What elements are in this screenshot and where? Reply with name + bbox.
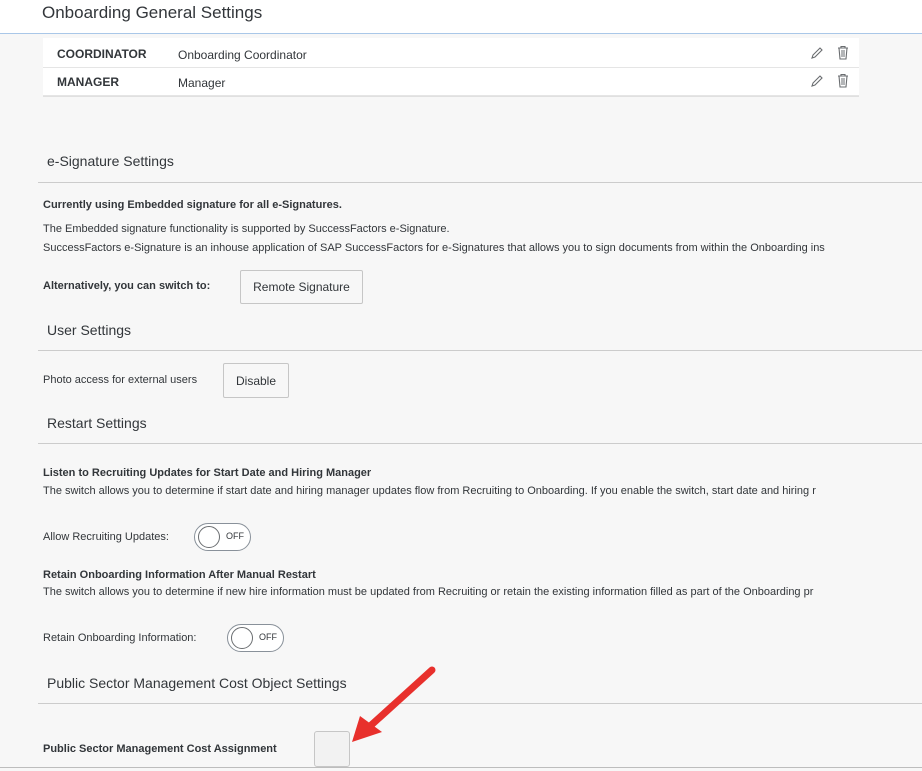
role-code: MANAGER — [57, 75, 119, 89]
remote-signature-button[interactable]: Remote Signature — [240, 270, 363, 304]
section-divider — [38, 182, 922, 183]
table-row: MANAGER Manager — [43, 68, 859, 96]
table-row: COORDINATOR Onboarding Coordinator — [43, 40, 859, 68]
retain-info-toggle[interactable]: OFF — [227, 624, 284, 652]
allow-updates-toggle[interactable]: OFF — [194, 523, 251, 551]
retain-info-heading: Retain Onboarding Information After Manu… — [43, 569, 316, 581]
annotation-arrow-icon — [352, 666, 436, 742]
page-header: Onboarding General Settings — [0, 0, 922, 34]
role-name: Onboarding Coordinator — [178, 48, 307, 62]
bottom-divider — [0, 767, 922, 768]
allow-updates-label: Allow Recruiting Updates: — [43, 531, 169, 543]
section-divider — [38, 703, 922, 704]
trash-icon[interactable] — [836, 45, 850, 60]
photo-access-label: Photo access for external users — [43, 374, 198, 386]
trash-icon[interactable] — [836, 73, 850, 88]
pencil-icon[interactable] — [810, 46, 824, 60]
esignature-current-status: Currently using Embedded signature for a… — [43, 199, 342, 211]
section-title-restart-settings: Restart Settings — [47, 415, 147, 431]
listen-updates-description: The switch allows you to determine if st… — [43, 485, 816, 497]
toggle-state-label: OFF — [226, 531, 244, 541]
section-divider — [38, 443, 922, 444]
roles-table: COORDINATOR Onboarding Coordinator MANAG… — [43, 38, 859, 97]
toggle-state-label: OFF — [259, 632, 277, 642]
retain-info-description: The switch allows you to determine if ne… — [43, 586, 814, 598]
section-divider — [38, 350, 922, 351]
toggle-knob — [231, 627, 253, 649]
esignature-description-2: SuccessFactors e-Signature is an inhouse… — [43, 242, 825, 254]
section-title-user-settings: User Settings — [47, 322, 132, 338]
retain-info-label: Retain Onboarding Information: — [43, 632, 197, 644]
page-title: Onboarding General Settings — [42, 3, 263, 22]
disable-button[interactable]: Disable — [223, 363, 289, 398]
listen-updates-heading: Listen to Recruiting Updates for Start D… — [43, 467, 372, 479]
section-title-esignature: e-Signature Settings — [47, 153, 174, 169]
pencil-icon[interactable] — [810, 74, 824, 88]
toggle-knob — [198, 526, 220, 548]
esignature-description-1: The Embedded signature functionality is … — [43, 223, 450, 235]
cost-assignment-label: Public Sector Management Cost Assignment — [43, 743, 277, 755]
role-code: COORDINATOR — [57, 47, 147, 61]
section-title-public-sector: Public Sector Management Cost Object Set… — [47, 675, 347, 691]
role-name: Manager — [178, 76, 226, 90]
esignature-switch-label: Alternatively, you can switch to: — [43, 280, 211, 292]
